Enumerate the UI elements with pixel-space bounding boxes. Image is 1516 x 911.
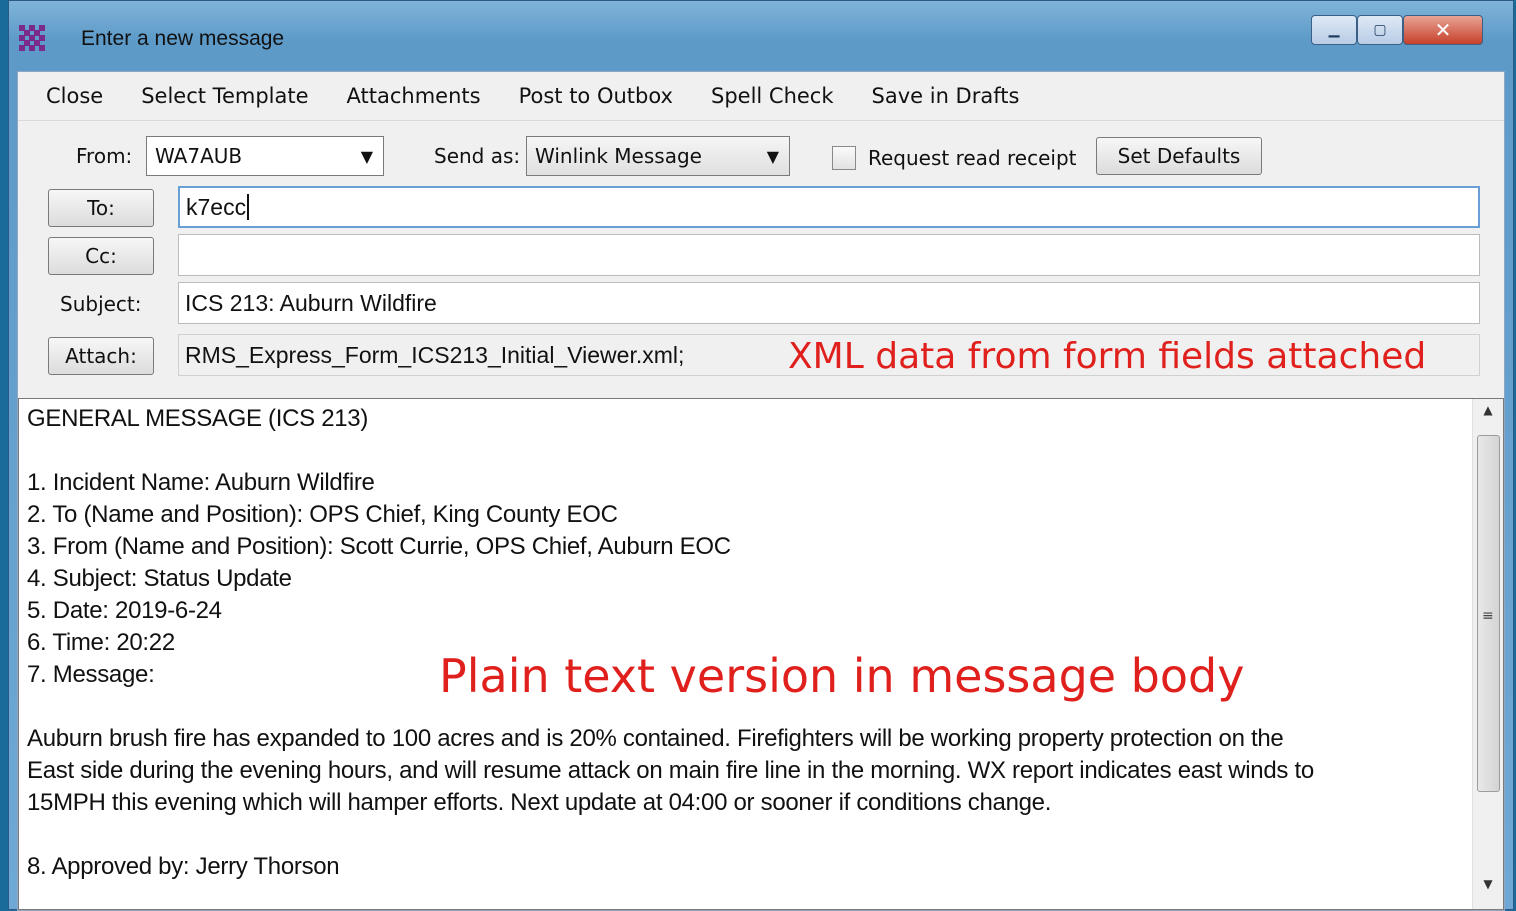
menu-post-to-outbox[interactable]: Post to Outbox [519, 84, 673, 108]
to-button[interactable]: To: [48, 189, 154, 227]
title-bar[interactable]: Enter a new message ▁ ▢ ✕ [9, 1, 1513, 71]
body-line: 5. Date: 2019-6-24 [27, 597, 222, 624]
body-line [27, 819, 1467, 851]
body-line: 2. To (Name and Position): OPS Chief, Ki… [27, 501, 618, 528]
read-receipt-label: Request read receipt [868, 146, 1077, 170]
from-label: From: [76, 144, 133, 168]
client-area: Close Select Template Attachments Post t… [17, 71, 1505, 911]
body-line: East side during the evening hours, and … [27, 757, 1314, 784]
app-icon [19, 25, 45, 51]
message-body[interactable]: GENERAL MESSAGE (ICS 213) 1. Incident Na… [18, 398, 1504, 910]
send-as-value: Winlink Message [535, 144, 702, 168]
close-window-button[interactable]: ✕ [1403, 15, 1483, 45]
body-annotation: Plain text version in message body [439, 649, 1245, 703]
menu-save-in-drafts[interactable]: Save in Drafts [872, 84, 1020, 108]
cc-field[interactable] [178, 234, 1480, 276]
menu-bar: Close Select Template Attachments Post t… [18, 72, 1504, 121]
attach-button[interactable]: Attach: [48, 337, 154, 375]
header-form: From: WA7AUB ▼ Send as: Winlink Message … [18, 122, 1504, 400]
body-line: Auburn brush fire has expanded to 100 ac… [27, 725, 1284, 752]
menu-select-template[interactable]: Select Template [141, 84, 308, 108]
vertical-scrollbar[interactable]: ▲ ≡ ▼ [1472, 399, 1503, 909]
maximize-icon: ▢ [1373, 22, 1387, 38]
window-title: Enter a new message [81, 27, 285, 50]
body-line: 8. Approved by: Jerry Thorson [27, 853, 340, 880]
body-line [27, 435, 1467, 467]
minimize-button[interactable]: ▁ [1311, 15, 1357, 45]
subject-label: Subject: [60, 292, 142, 316]
xml-annotation: XML data from form fields attached [788, 336, 1427, 377]
to-field[interactable]: k7ecc [178, 186, 1480, 228]
scrollbar-thumb[interactable]: ≡ [1477, 435, 1500, 792]
close-icon: ✕ [1434, 18, 1452, 42]
body-line: 3. From (Name and Position): Scott Curri… [27, 533, 731, 560]
body-line: 15MPH this evening which will hamper eff… [27, 789, 1052, 816]
subject-value: ICS 213: Auburn Wildfire [185, 289, 437, 316]
chevron-down-icon: ▼ [766, 147, 779, 166]
message-window: Enter a new message ▁ ▢ ✕ Close Select T… [8, 0, 1514, 911]
read-receipt-checkbox[interactable] [832, 146, 856, 170]
body-line: GENERAL MESSAGE (ICS 213) [27, 405, 369, 432]
text-caret [247, 194, 250, 220]
message-text[interactable]: GENERAL MESSAGE (ICS 213) 1. Incident Na… [27, 403, 1467, 883]
body-line: 4. Subject: Status Update [27, 565, 292, 592]
menu-attachments[interactable]: Attachments [347, 84, 481, 108]
subject-field[interactable]: ICS 213: Auburn Wildfire [178, 282, 1480, 324]
to-value: k7ecc [186, 193, 247, 220]
scroll-down-icon[interactable]: ▼ [1473, 877, 1503, 905]
cc-button[interactable]: Cc: [48, 237, 154, 275]
grip-icon: ≡ [1482, 608, 1494, 624]
menu-spell-check[interactable]: Spell Check [711, 84, 834, 108]
chevron-down-icon: ▼ [360, 147, 373, 166]
send-as-select[interactable]: Winlink Message ▼ [526, 136, 790, 176]
from-select[interactable]: WA7AUB ▼ [146, 136, 384, 176]
send-as-label: Send as: [434, 144, 521, 168]
scroll-up-icon[interactable]: ▲ [1473, 403, 1503, 431]
from-value: WA7AUB [155, 144, 243, 168]
menu-close[interactable]: Close [46, 84, 103, 108]
attach-value: RMS_Express_Form_ICS213_Initial_Viewer.x… [185, 341, 685, 368]
maximize-button[interactable]: ▢ [1357, 15, 1403, 45]
minimize-icon: ▁ [1328, 22, 1340, 38]
set-defaults-button[interactable]: Set Defaults [1096, 137, 1262, 175]
body-line: 1. Incident Name: Auburn Wildfire [27, 469, 375, 496]
